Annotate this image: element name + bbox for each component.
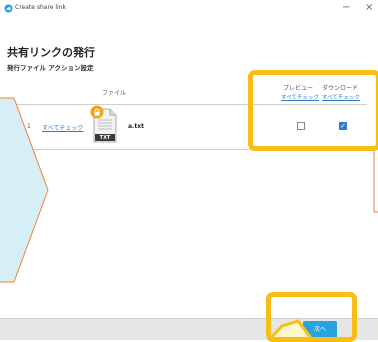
callout-arrow-left [0, 97, 49, 283]
checkbox-highlight [248, 70, 378, 151]
annotation-layer [0, 97, 378, 339]
next-button-highlight [266, 292, 357, 342]
